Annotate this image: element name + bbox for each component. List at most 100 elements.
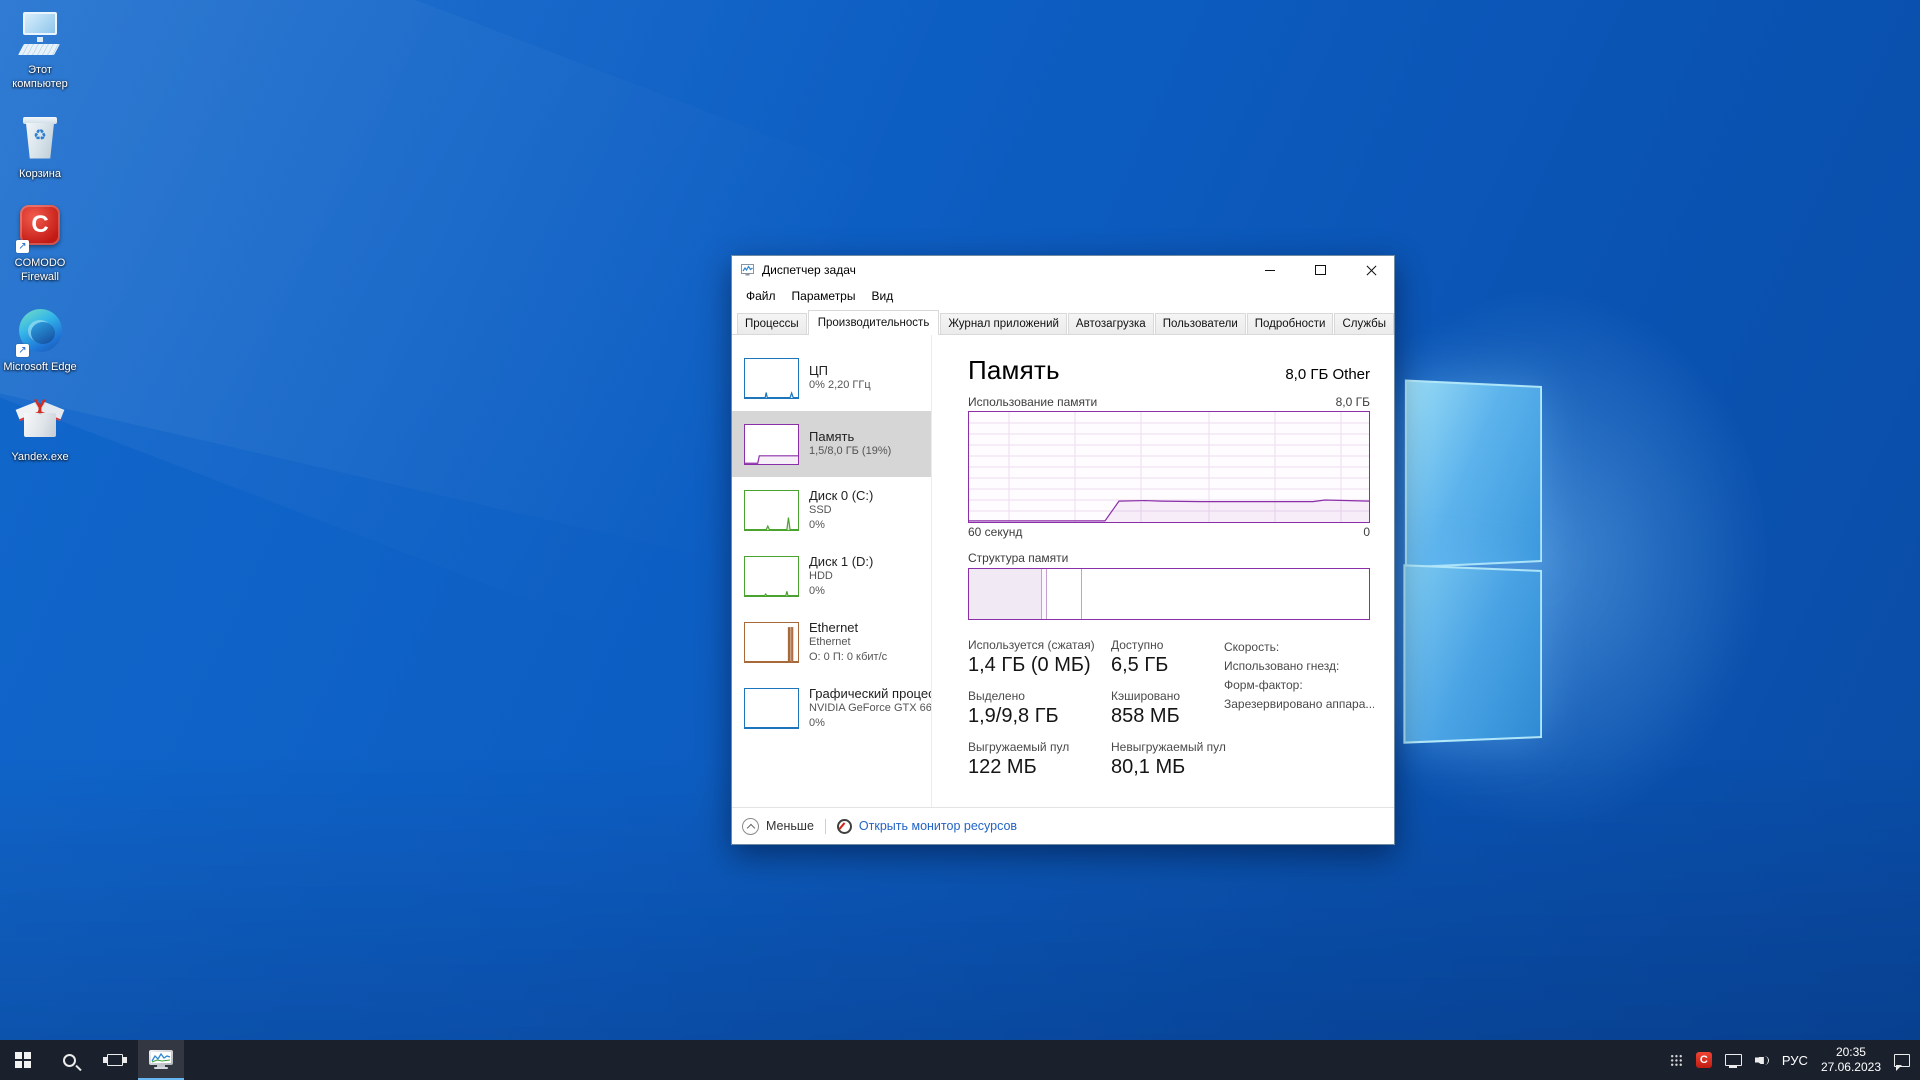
sidebar-item-1[interactable]: Память1,5/8,0 ГБ (19%) xyxy=(732,411,931,477)
memory-stat-1: Доступно6,5 ГБ xyxy=(1111,638,1226,677)
action-center-icon[interactable] xyxy=(1894,1054,1910,1067)
stat-label: Используется (сжатая) xyxy=(968,638,1111,652)
less-details-button[interactable]: Меньше xyxy=(766,819,814,833)
shortcut-arrow-icon: ↗ xyxy=(16,344,29,357)
stat-label: Кэшировано xyxy=(1111,689,1226,703)
composition-segment-2 xyxy=(1047,569,1081,619)
memory-pane-title: Память xyxy=(968,355,1060,386)
tab-strip: ПроцессыПроизводительностьЖурнал приложе… xyxy=(732,308,1394,335)
sidebar-mini-chart xyxy=(744,556,799,597)
sidebar-mini-chart xyxy=(744,622,799,663)
sidebar-item-sub: HDD xyxy=(809,569,931,584)
desktop-icon-label: COMODO Firewall xyxy=(2,257,78,285)
desktop-icon-microsoft-edge[interactable]: ↗ Microsoft Edge xyxy=(2,307,78,375)
task-view-button[interactable] xyxy=(92,1040,138,1080)
hardware-info: Скорость:Использовано гнезд:Форм-фактор:… xyxy=(1224,638,1374,714)
clock-date: 27.06.2023 xyxy=(1821,1060,1881,1075)
this-pc-icon xyxy=(14,10,66,60)
stat-label: Выгружаемый пул xyxy=(968,740,1111,754)
sidebar-item-text: Диск 1 (D:)HDD0% xyxy=(809,554,931,599)
sidebar-mini-chart xyxy=(744,490,799,531)
sidebar-item-sub: 0% xyxy=(809,518,931,533)
composition-segment-0 xyxy=(969,569,1042,619)
memory-total-capacity: 8,0 ГБ Other xyxy=(1285,366,1370,383)
sidebar-item-3[interactable]: Диск 1 (D:)HDD0% xyxy=(732,543,931,609)
tab-5[interactable]: Подробности xyxy=(1247,313,1334,334)
stat-value: 1,9/9,8 ГБ xyxy=(968,705,1111,728)
window-footer: Меньше Открыть монитор ресурсов xyxy=(732,807,1394,844)
sidebar-item-sub: SSD xyxy=(809,503,931,518)
sidebar-mini-chart xyxy=(744,358,799,399)
task-manager-window: Диспетчер задач ФайлПараметрыВид Процесс… xyxy=(731,255,1395,845)
search-icon xyxy=(63,1054,76,1067)
open-resource-monitor-link[interactable]: Открыть монитор ресурсов xyxy=(859,819,1017,833)
title-bar[interactable]: Диспетчер задач xyxy=(732,256,1394,284)
sidebar-item-name: Память xyxy=(809,429,931,444)
menu-bar: ФайлПараметрыВид xyxy=(732,284,1394,308)
shortcut-arrow-icon: ↗ xyxy=(16,240,29,253)
desktop-icon-this-pc[interactable]: Этот компьютер xyxy=(2,10,78,92)
system-tray: C РУС 20:35 27.06.2023 xyxy=(1670,1040,1920,1080)
maximize-button[interactable] xyxy=(1298,256,1343,284)
tab-6[interactable]: Службы xyxy=(1334,313,1394,334)
sidebar-item-text: Графический процессорNVIDIA GeForce GTX … xyxy=(809,686,931,731)
windows-logo-icon xyxy=(15,1052,31,1068)
desktop-icon-comodo-firewall[interactable]: C ↗ COMODO Firewall xyxy=(2,203,78,285)
close-button[interactable] xyxy=(1349,256,1394,284)
hardware-info-line: Форм-фактор: xyxy=(1224,676,1374,695)
comodo-firewall-icon: C ↗ xyxy=(14,203,66,253)
tab-3[interactable]: Автозагрузка xyxy=(1068,313,1154,334)
collapse-details-icon[interactable] xyxy=(742,818,759,835)
performance-content: ЦП0% 2,20 ГГцПамять1,5/8,0 ГБ (19%)Диск … xyxy=(732,335,1394,807)
yandex-box-icon: Y xyxy=(14,397,66,447)
time-axis-left: 60 секунд xyxy=(968,525,1022,539)
start-button[interactable] xyxy=(0,1040,46,1080)
composition-segment-3 xyxy=(1082,569,1369,619)
sidebar-item-text: Диск 0 (C:)SSD0% xyxy=(809,488,931,533)
network-tray-icon[interactable] xyxy=(1725,1054,1742,1066)
comodo-tray-icon[interactable]: C xyxy=(1696,1052,1712,1068)
menu-item-2[interactable]: Вид xyxy=(863,286,901,306)
sidebar-item-text: EthernetEthernetО: 0 П: 0 кбит/с xyxy=(809,620,931,665)
minimize-button[interactable] xyxy=(1247,256,1292,284)
taskbar: C РУС 20:35 27.06.2023 xyxy=(0,1040,1920,1080)
tab-1[interactable]: Производительность xyxy=(808,310,940,335)
recycle-bin-icon: ♻ xyxy=(14,114,66,164)
menu-item-1[interactable]: Параметры xyxy=(784,286,864,306)
sidebar-item-0[interactable]: ЦП0% 2,20 ГГц xyxy=(732,345,931,411)
search-button[interactable] xyxy=(46,1040,92,1080)
language-indicator[interactable]: РУС xyxy=(1782,1053,1808,1068)
volume-tray-icon[interactable] xyxy=(1755,1054,1769,1067)
desktop-icon-label: Корзина xyxy=(19,168,61,182)
memory-stat-0: Используется (сжатая)1,4 ГБ (0 МБ) xyxy=(968,638,1111,677)
stat-value: 6,5 ГБ xyxy=(1111,654,1226,677)
sidebar-item-4[interactable]: EthernetEthernetО: 0 П: 0 кбит/с xyxy=(732,609,931,675)
sidebar-item-sub: NVIDIA GeForce GTX 660 xyxy=(809,701,931,716)
hardware-info-line: Скорость: xyxy=(1224,638,1374,657)
sidebar-item-name: Ethernet xyxy=(809,620,931,635)
memory-stat-5: Невыгружаемый пул80,1 МБ xyxy=(1111,740,1226,779)
tab-0[interactable]: Процессы xyxy=(737,313,807,334)
hidden-icons-grid-icon[interactable] xyxy=(1670,1054,1683,1067)
sidebar-mini-chart xyxy=(744,424,799,465)
sidebar-item-name: Диск 0 (C:) xyxy=(809,488,931,503)
tab-4[interactable]: Пользователи xyxy=(1155,313,1246,334)
taskbar-clock[interactable]: 20:35 27.06.2023 xyxy=(1821,1045,1881,1075)
taskbar-task-manager-button[interactable] xyxy=(138,1040,184,1080)
sidebar-item-5[interactable]: Графический процессорNVIDIA GeForce GTX … xyxy=(732,675,931,741)
footer-separator xyxy=(825,819,826,834)
stat-label: Невыгружаемый пул xyxy=(1111,740,1226,754)
desktop-icon-yandex[interactable]: Y Yandex.exe xyxy=(2,397,78,465)
hardware-info-line: Использовано гнезд: xyxy=(1224,657,1374,676)
desktop-icon-recycle-bin[interactable]: ♻ Корзина xyxy=(2,114,78,182)
sidebar-mini-chart xyxy=(744,688,799,729)
desktop-icon-label: Microsoft Edge xyxy=(3,361,76,375)
sidebar-item-2[interactable]: Диск 0 (C:)SSD0% xyxy=(732,477,931,543)
performance-sidebar: ЦП0% 2,20 ГГцПамять1,5/8,0 ГБ (19%)Диск … xyxy=(732,335,932,807)
menu-item-0[interactable]: Файл xyxy=(738,286,784,306)
sidebar-item-name: ЦП xyxy=(809,363,931,378)
sidebar-item-sub: 0% xyxy=(809,716,931,731)
desktop-icon-label: Этот компьютер xyxy=(2,64,78,92)
tab-2[interactable]: Журнал приложений xyxy=(940,313,1067,334)
sidebar-item-sub: 0% 2,20 ГГц xyxy=(809,378,931,393)
